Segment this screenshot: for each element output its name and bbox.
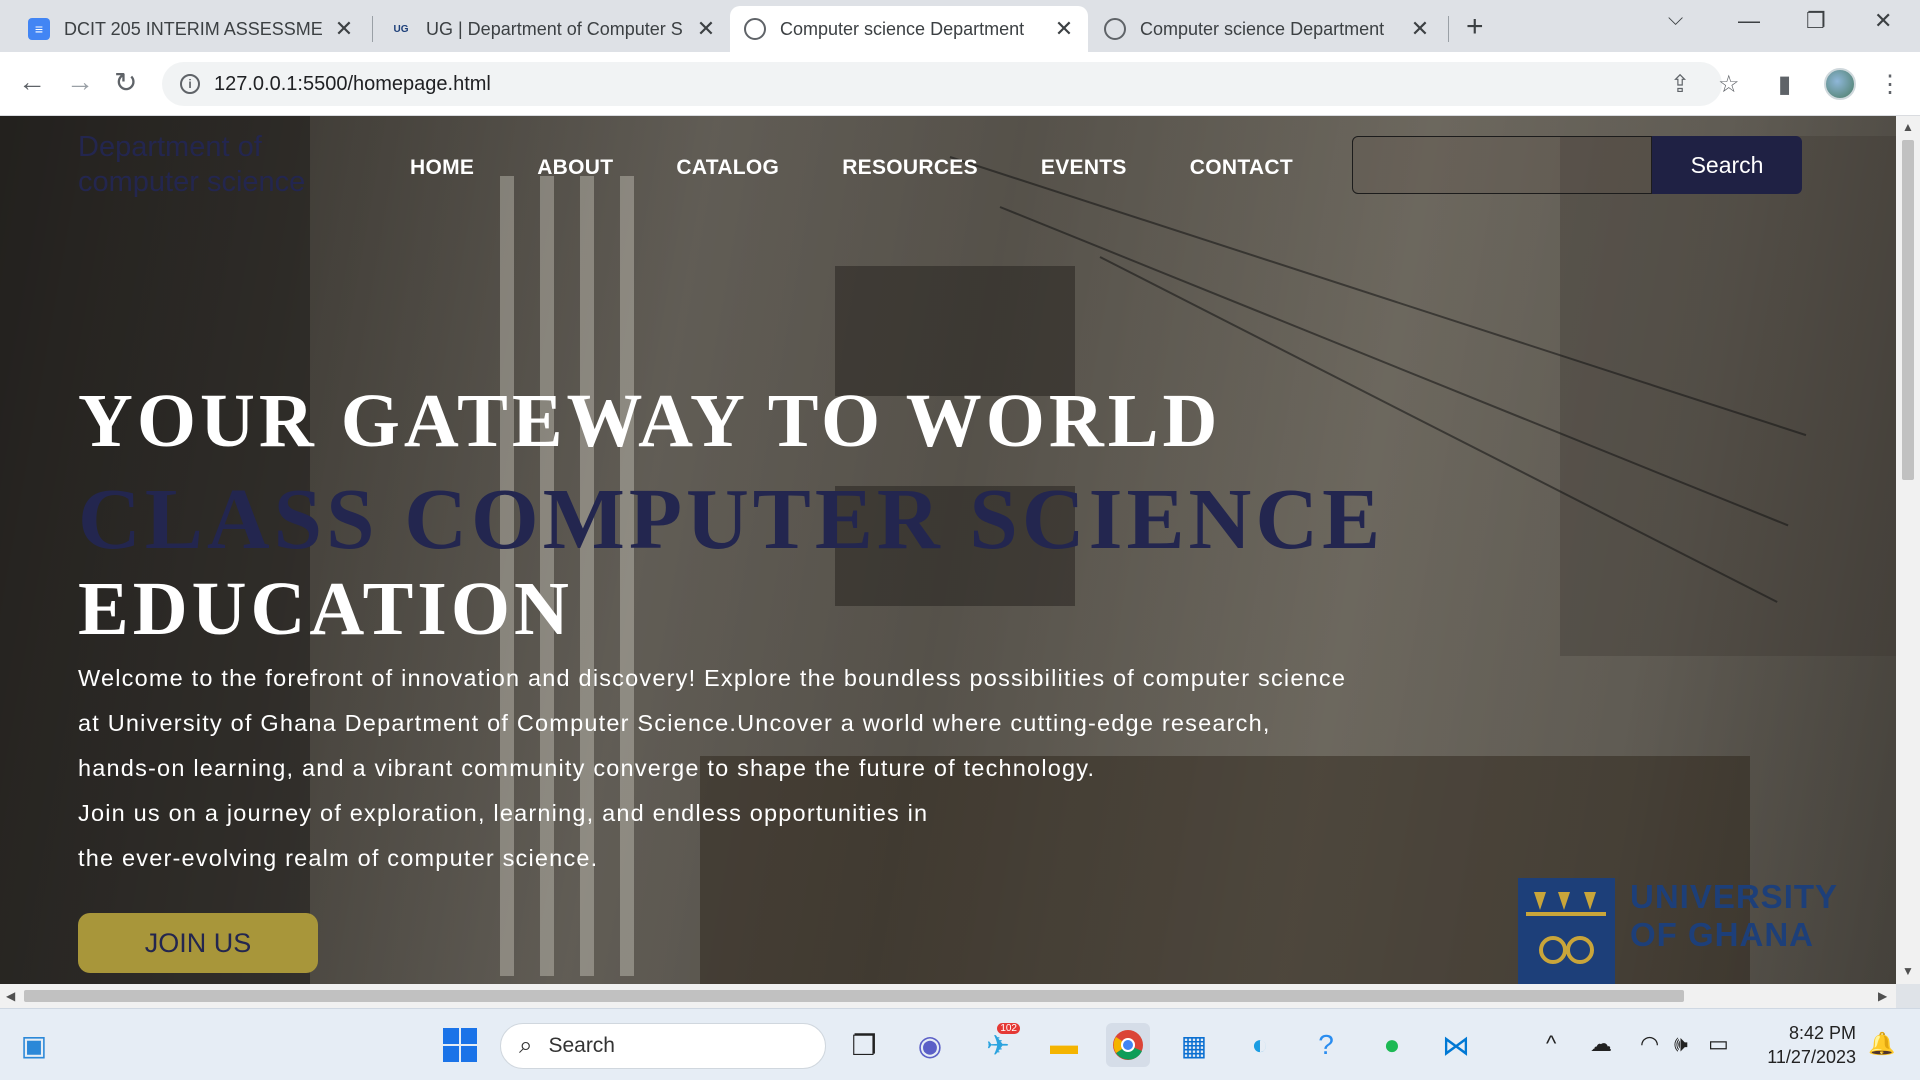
tab-divider	[1448, 16, 1449, 42]
ug-site-icon: UG	[393, 23, 409, 35]
tab-search-chevron-icon[interactable]: ⌵	[1668, 8, 1683, 31]
tab-divider	[372, 16, 373, 42]
site-logo-text[interactable]: Department of computer science	[78, 130, 348, 200]
forward-icon[interactable]: →	[66, 66, 94, 98]
hero-heading-line-3: EDUCATION	[78, 567, 573, 651]
hero-paragraph: Welcome to the forefront of innovation a…	[78, 656, 1498, 881]
show-hidden-icons-chevron-icon[interactable]: ^	[1546, 1031, 1556, 1057]
address-bar[interactable]: i 127.0.0.1:5500/homepage.html	[162, 62, 1722, 106]
tab-title: Computer science Department	[780, 18, 1025, 39]
battery-icon[interactable]: ▭	[1708, 1031, 1729, 1057]
tab-ug-department[interactable]: UG UG | Department of Computer S ✕	[376, 6, 730, 52]
notification-bell-icon[interactable]: 🔔	[1868, 1031, 1895, 1057]
new-tab-icon[interactable]: +	[1466, 10, 1484, 44]
site-search: Search	[1352, 136, 1802, 194]
reload-icon[interactable]: ↻	[114, 66, 137, 99]
microsoft-store-icon[interactable]: ▦	[1172, 1023, 1216, 1067]
scroll-down-icon[interactable]: ▼	[1902, 964, 1914, 978]
back-icon[interactable]: ←	[18, 66, 46, 98]
hero-paragraph-line: Join us on a journey of exploration, lea…	[78, 800, 929, 826]
nav-about[interactable]: ABOUT	[537, 156, 613, 180]
nav-home[interactable]: HOME	[410, 156, 474, 180]
profile-avatar[interactable]	[1824, 68, 1856, 100]
horizontal-scroll-thumb[interactable]	[24, 990, 1684, 1002]
start-icon[interactable]	[438, 1023, 482, 1067]
hero-paragraph-line: the ever-evolving realm of computer scie…	[78, 845, 599, 871]
menu-kebab-icon[interactable]: ⋮	[1878, 70, 1902, 99]
tab-title: UG | Department of Computer S	[426, 18, 683, 39]
widgets-icon[interactable]: ▣	[12, 1023, 56, 1067]
clock-date: 11/27/2023	[1767, 1047, 1856, 1067]
vertical-scroll-thumb[interactable]	[1902, 140, 1914, 480]
bookmark-star-icon[interactable]: ☆	[1718, 70, 1740, 99]
close-icon[interactable]: ✕	[1054, 16, 1074, 42]
join-us-button[interactable]: JOIN US	[78, 913, 318, 973]
help-app-icon[interactable]: ?	[1304, 1023, 1348, 1067]
hero-paragraph-line: hands-on learning, and a vibrant communi…	[78, 755, 1096, 781]
ug-wordmark: UNIVERSITY OF GHANA	[1630, 878, 1838, 954]
nav-events[interactable]: EVENTS	[1041, 156, 1127, 180]
main-nav: HOME ABOUT CATALOG RESOURCES EVENTS CONT…	[410, 156, 1356, 180]
scroll-right-icon[interactable]: ▶	[1878, 989, 1887, 1003]
search-input[interactable]	[1352, 136, 1652, 194]
globe-icon	[744, 18, 766, 40]
onedrive-icon[interactable]: ☁	[1590, 1031, 1612, 1057]
clock-time: 8:42 PM	[1788, 1023, 1856, 1043]
restore-icon[interactable]: ❐	[1806, 8, 1826, 34]
horizontal-scrollbar[interactable]: ◀ ▶	[0, 984, 1896, 1008]
window-close-icon[interactable]: ✕	[1874, 8, 1892, 34]
vertical-scrollbar[interactable]: ▲ ▼	[1896, 116, 1920, 984]
tab-title: Computer science Department	[1140, 18, 1385, 39]
teams-chat-icon[interactable]: ◉	[908, 1023, 952, 1067]
task-view-icon[interactable]: ❐	[842, 1023, 886, 1067]
vscode-icon[interactable]: ⋈	[1434, 1023, 1478, 1067]
tab-dcit205[interactable]: ≡ DCIT 205 INTERIM ASSESSMENT ✕	[14, 6, 368, 52]
share-icon[interactable]: ⇪	[1670, 70, 1690, 99]
nav-contact[interactable]: CONTACT	[1190, 156, 1293, 180]
hero-paragraph-line: at University of Ghana Department of Com…	[78, 710, 1271, 736]
notification-badge: 102	[997, 1023, 1020, 1034]
site-info-icon[interactable]: i	[180, 74, 200, 94]
tab-computer-science[interactable]: Computer science Department ✕	[1090, 6, 1444, 52]
tab-computer-science-active[interactable]: Computer science Department ✕	[730, 6, 1088, 52]
telegram-icon[interactable]: ✈ 102	[976, 1023, 1020, 1067]
windows-taskbar: ▣ ⌕ Search ❐ ◉ ✈ 102 ▬ ▦ ◐ ? ● ⋈ ^ ☁ ◠ 🕪…	[0, 1008, 1920, 1080]
search-icon: ⌕	[519, 1032, 533, 1059]
volume-icon[interactable]: 🕪	[1674, 1031, 1688, 1057]
nav-resources[interactable]: RESOURCES	[842, 156, 978, 180]
file-explorer-icon[interactable]: ▬	[1042, 1023, 1086, 1067]
hero-heading-line-2: CLASS COMPUTER SCIENCE	[78, 470, 1385, 567]
hero-heading-line-1: YOUR GATEWAY TO WORLD	[78, 379, 1222, 463]
scroll-left-icon[interactable]: ◀	[6, 989, 15, 1003]
system-clock[interactable]: 8:42 PM 11/27/2023	[1760, 1021, 1856, 1069]
hero-paragraph-line: Welcome to the forefront of innovation a…	[78, 665, 1347, 691]
browser-toolbar: ← → ↻ i 127.0.0.1:5500/homepage.html ⇪ ☆…	[0, 52, 1920, 116]
browser-tab-bar: ≡ DCIT 205 INTERIM ASSESSMENT ✕ UG UG | …	[0, 0, 1920, 52]
tab-title: DCIT 205 INTERIM ASSESSMENT	[64, 18, 324, 39]
nav-catalog[interactable]: CATALOG	[676, 156, 779, 180]
side-panel-icon[interactable]: ▮	[1778, 70, 1791, 99]
edge-icon[interactable]: ◐	[1238, 1023, 1282, 1067]
globe-icon	[1104, 18, 1126, 40]
close-icon[interactable]: ✕	[334, 16, 354, 42]
docs-icon: ≡	[28, 18, 50, 40]
chrome-icon[interactable]	[1106, 1023, 1150, 1067]
page-viewport: Department of computer science HOME ABOU…	[0, 116, 1896, 984]
minimize-icon[interactable]: —	[1738, 8, 1760, 34]
university-of-ghana-logo: UNIVERSITY OF GHANA	[1518, 878, 1837, 984]
background-image-window	[835, 266, 1075, 396]
close-icon[interactable]: ✕	[696, 16, 716, 42]
wifi-icon[interactable]: ◠	[1640, 1031, 1659, 1057]
close-icon[interactable]: ✕	[1410, 16, 1430, 42]
search-button[interactable]: Search	[1652, 136, 1802, 194]
url-text: 127.0.0.1:5500/homepage.html	[214, 72, 491, 95]
ug-crest-icon	[1518, 878, 1615, 984]
taskbar-search-label: Search	[548, 1034, 615, 1057]
scroll-up-icon[interactable]: ▲	[1902, 120, 1914, 134]
ug-wordmark-line-2: OF GHANA	[1630, 916, 1814, 953]
taskbar-search[interactable]: ⌕ Search	[500, 1023, 826, 1069]
ug-wordmark-line-1: UNIVERSITY	[1630, 878, 1839, 915]
spotify-icon[interactable]: ●	[1370, 1023, 1414, 1067]
